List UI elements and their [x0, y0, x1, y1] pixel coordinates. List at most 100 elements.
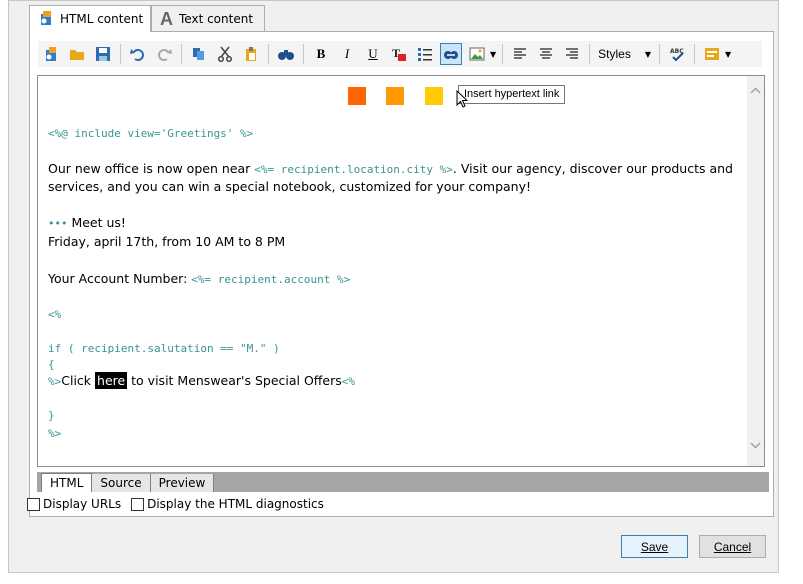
tab-html-content-label: HTML content [60, 12, 144, 26]
insert-image-button[interactable] [466, 43, 488, 65]
text-color-button[interactable]: T [388, 43, 410, 65]
dialog-frame: HTML content A Text content B I U T ▼ St… [8, 0, 779, 573]
paste-button[interactable] [240, 43, 262, 65]
chevron-down-icon[interactable]: ▼ [490, 50, 496, 59]
mouse-cursor-icon [456, 90, 469, 108]
cancel-label: Cancel [713, 539, 752, 554]
undo-button[interactable] [127, 43, 149, 65]
text-content-icon: A [160, 8, 173, 29]
click-here-line: %>Click here to visit Menswear's Special… [48, 372, 356, 389]
display-urls-checkbox[interactable] [27, 497, 40, 511]
if-statement: if ( recipient.salutation == "M." ) [48, 342, 280, 355]
link-icon [444, 51, 458, 59]
toolbar-separator [659, 44, 660, 64]
scroll-up-icon[interactable] [747, 84, 764, 98]
toolbar-separator [181, 44, 182, 64]
binoculars-icon [278, 50, 294, 60]
new-document-button[interactable] [40, 43, 62, 65]
bullet-list-button[interactable] [414, 43, 436, 65]
brace-close: } [48, 409, 55, 422]
list-icon [418, 48, 432, 61]
content-panel: B I U T ▼ Styles ▼ ABC ▼ Insert hypertex… [29, 31, 774, 517]
folder-icon [70, 50, 84, 60]
scissors-icon [217, 46, 233, 62]
bold-icon: B [316, 46, 326, 61]
view-mode-tabs: HTML Source Preview [37, 472, 769, 492]
save-button[interactable]: Save [621, 535, 688, 558]
styles-label: Styles [598, 47, 631, 61]
insert-link-button[interactable] [440, 43, 462, 65]
toolbar-separator [589, 44, 591, 64]
here-link[interactable]: here [95, 372, 128, 389]
tab-html-content[interactable]: HTML content [29, 5, 151, 32]
align-right-icon [566, 48, 579, 59]
display-urls-label: Display URLs [43, 497, 122, 511]
scroll-down-icon[interactable] [747, 438, 764, 452]
vertical-scrollbar[interactable] [747, 76, 764, 466]
styles-dropdown[interactable]: Styles ▼ [594, 43, 655, 65]
copy-icon [193, 48, 204, 60]
toolbar-separator [694, 44, 695, 64]
cut-button[interactable] [214, 43, 236, 65]
new-document-icon [46, 47, 56, 61]
align-left-button[interactable] [509, 43, 531, 65]
redo-button[interactable] [153, 43, 175, 65]
color-swatch-amber [386, 87, 404, 105]
toolbar-separator [303, 44, 304, 64]
align-center-button[interactable] [535, 43, 557, 65]
meet-us-text: Meet us! [67, 215, 126, 230]
click-text: Click [61, 373, 96, 388]
html-diagnostics-checkbox[interactable] [131, 497, 145, 511]
account-expression: <%= recipient.account %> [191, 273, 351, 286]
align-right-button[interactable] [561, 43, 583, 65]
visit-text: to visit Menswear's Special Offers [127, 373, 342, 388]
color-swatch-yellow [425, 87, 443, 105]
paragraph-office: Our new office is now open near <%= reci… [48, 161, 733, 176]
align-left-icon [514, 48, 527, 59]
personalization-button[interactable] [701, 43, 723, 65]
cancel-button[interactable]: Cancel [699, 535, 766, 558]
html-editor[interactable]: Insert hypertext link <%@ include view='… [37, 75, 765, 467]
tab-source[interactable]: Source [92, 474, 151, 492]
office-text-rest: . Visit our agency, discover our product… [452, 161, 733, 176]
tab-preview[interactable]: Preview [150, 474, 215, 492]
account-line: Your Account Number: <%= recipient.accou… [48, 271, 350, 286]
script-open-tag: <% [48, 308, 62, 321]
underline-button[interactable]: U [362, 43, 384, 65]
account-label: Your Account Number: [48, 271, 192, 286]
save-label: Save [640, 539, 669, 554]
chevron-down-icon[interactable]: ▼ [725, 50, 731, 59]
display-urls-option[interactable]: Display URLs [27, 497, 121, 511]
paragraph-office-cont: services, and you can win a special note… [48, 179, 532, 194]
city-expression: <%= recipient.location.city %> [254, 163, 453, 176]
find-button[interactable] [275, 43, 297, 65]
undo-icon [130, 49, 144, 61]
bold-button[interactable]: B [310, 43, 332, 65]
include-directive: <%@ include view='Greetings' %> [48, 127, 254, 140]
display-options: Display URLs Display the HTML diagnostic… [27, 497, 334, 511]
toolbar-separator [502, 44, 504, 64]
tab-html[interactable]: HTML [41, 473, 93, 492]
html-diagnostics-option[interactable]: Display the HTML diagnostics [131, 497, 324, 511]
tab-text-content-label: Text content [179, 11, 254, 26]
personalization-icon [705, 48, 719, 60]
open-button[interactable] [66, 43, 88, 65]
save-toolbar-button[interactable] [92, 43, 114, 65]
italic-icon: I [344, 46, 350, 61]
close-script-tag: %> [48, 375, 62, 388]
event-date: Friday, april 17th, from 10 AM to 8 PM [48, 234, 286, 249]
save-icon [96, 47, 110, 61]
bullet-icon: ••• [48, 217, 68, 230]
toolbar-separator [268, 44, 269, 64]
copy-button[interactable] [188, 43, 210, 65]
editor-toolbar: B I U T ▼ Styles ▼ ABC ▼ [38, 41, 762, 67]
html-content-icon [38, 10, 54, 29]
open-script-tag: <% [341, 375, 356, 388]
spell-check-button[interactable]: ABC [666, 43, 688, 65]
html-diagnostics-label: Display the HTML diagnostics [147, 497, 324, 511]
tab-text-content[interactable]: A Text content [151, 5, 265, 31]
office-text: Our new office is now open near [48, 161, 255, 176]
meet-us-line: ••• Meet us! [48, 215, 126, 230]
toolbar-separator [120, 44, 121, 64]
italic-button[interactable]: I [336, 43, 358, 65]
